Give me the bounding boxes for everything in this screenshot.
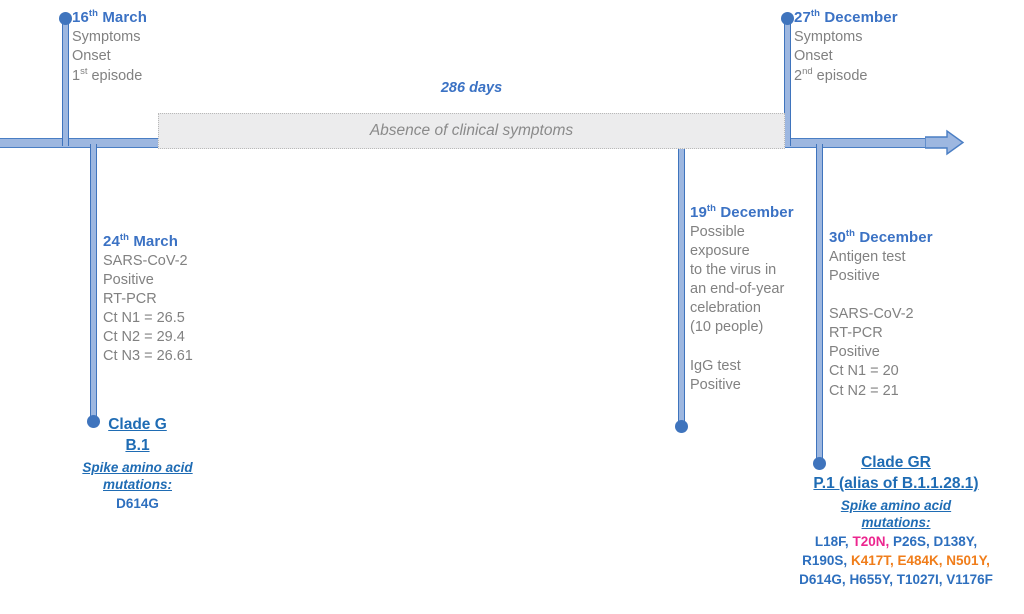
event-line: SARS-CoV-2 xyxy=(103,252,188,269)
event-line: SARS-CoV-2 xyxy=(829,306,914,323)
node-dot-symptoms-onset-2 xyxy=(781,12,794,25)
episode-number: 2 xyxy=(794,67,803,84)
event-line: exposure xyxy=(690,242,750,259)
clade-panel-second: Clade GR P.1 (alias of B.1.1.28.1) Spike… xyxy=(768,452,1024,589)
node-dot-exposure xyxy=(675,420,688,433)
mutation-entry: P26S, xyxy=(892,533,930,549)
connector-symptoms-onset-1 xyxy=(62,18,69,146)
absence-of-symptoms-label: Absence of clinical symptoms xyxy=(369,122,574,139)
mutation-entry: T1027I, xyxy=(896,572,943,588)
event-line: to the virus in xyxy=(690,262,777,279)
event-line: Positive xyxy=(829,267,880,284)
connector-first-pcr xyxy=(90,144,97,422)
duration-label: 286 days xyxy=(440,80,503,96)
mutation-entry: T20N, xyxy=(852,533,890,549)
event-line: Onset xyxy=(72,47,111,64)
event-line: Ct N1 = 20 xyxy=(829,363,899,380)
episode-number: 1 xyxy=(72,67,81,84)
event-line: Antigen test xyxy=(829,248,906,265)
connector-symptoms-onset-2 xyxy=(784,18,791,146)
clade-name: Clade G xyxy=(108,416,167,433)
event-line: Ct N2 = 21 xyxy=(829,382,899,399)
mutations-header-line-1: Spike amino acid xyxy=(840,497,952,513)
event-line: Ct N3 = 26.61 xyxy=(103,348,193,365)
node-dot-symptoms-onset-1 xyxy=(59,12,72,25)
mutation-entry: N501Y, xyxy=(946,553,990,568)
date-number: 16 xyxy=(72,9,89,26)
episode-suffix: nd xyxy=(802,66,813,78)
event-line: Ct N1 = 26.5 xyxy=(103,310,185,327)
event-date-symptoms-onset-2: 27th December xyxy=(794,8,898,28)
mutation-entry: D614G, xyxy=(799,572,846,588)
mutation-entry: R190S, xyxy=(802,553,848,568)
event-line: Onset xyxy=(794,47,833,64)
mutation-entry: E484K, xyxy=(897,553,943,568)
event-line: celebration xyxy=(690,300,761,317)
event-line: an end-of-year xyxy=(690,281,785,298)
event-line-spacer xyxy=(829,286,933,305)
date-number: 19 xyxy=(690,204,707,221)
date-month: March xyxy=(129,233,179,250)
event-date-second-pcr: 30th December xyxy=(829,228,933,248)
event-line: (10 people) xyxy=(690,319,764,336)
mutation-entry: H655Y, xyxy=(849,572,893,588)
event-symptoms-onset-1: 16th March Symptoms Onset 1st episode xyxy=(72,8,147,86)
event-first-pcr: 24th March SARS-CoV-2 Positive RT-PCR Ct… xyxy=(103,232,193,367)
event-line-episode: 1st episode xyxy=(72,66,147,86)
clade-name: Clade GR xyxy=(861,454,931,471)
date-month: December xyxy=(716,204,794,221)
event-exposure: 19th December Possible exposure to the v… xyxy=(690,203,794,395)
mutations-header-line-2: mutations: xyxy=(103,477,172,493)
date-number: 27 xyxy=(794,9,811,26)
event-date-exposure: 19th December xyxy=(690,203,794,223)
event-line: Possible xyxy=(690,223,745,240)
event-line-spacer xyxy=(690,338,794,357)
event-symptoms-onset-2: 27th December Symptoms Onset 2nd episode xyxy=(794,8,898,86)
timeline-diagram: 286 days Absence of clinical symptoms 16… xyxy=(0,0,1024,614)
mutation-entry: V1176F xyxy=(946,572,993,588)
event-line: RT-PCR xyxy=(829,325,883,342)
absence-of-symptoms-box: Absence of clinical symptoms xyxy=(158,113,785,149)
event-line: IgG test xyxy=(690,357,741,374)
mutations-header-line-2: mutations: xyxy=(861,515,931,531)
clade-lineage: B.1 xyxy=(125,437,150,455)
date-month: December xyxy=(820,9,898,26)
mutation-entry: D138Y, xyxy=(933,533,978,549)
event-line-episode: 2nd episode xyxy=(794,66,898,86)
mutation-entry: L18F, xyxy=(814,533,849,549)
event-line: Symptoms xyxy=(794,28,863,45)
date-suffix: th xyxy=(88,8,99,19)
event-line: RT-PCR xyxy=(103,291,157,308)
event-line: Positive xyxy=(103,271,154,288)
date-month: March xyxy=(98,9,148,26)
date-number: 30 xyxy=(829,229,846,246)
mutation-row: D614G, H655Y, T1027I, V1176F xyxy=(768,570,1024,589)
event-line: Ct N2 = 29.4 xyxy=(103,329,185,346)
event-date-symptoms-onset-1: 16th March xyxy=(72,8,147,28)
connector-second-pcr xyxy=(816,144,823,464)
connector-exposure xyxy=(678,144,685,427)
event-line: Positive xyxy=(829,344,880,361)
mutation-row: R190S, K417T, E484K, N501Y, xyxy=(768,551,1024,570)
clade-lineage: P.1 (alias of B.1.1.28.1) xyxy=(813,475,979,493)
date-suffix: th xyxy=(119,232,130,243)
date-suffix: th xyxy=(706,203,717,214)
mutation-entry: K417T, xyxy=(850,553,894,568)
episode-rest: episode xyxy=(87,67,143,84)
date-month: December xyxy=(855,229,933,246)
mutation-row: L18F, T20N, P26S, D138Y, xyxy=(768,532,1024,551)
event-line: Positive xyxy=(690,376,741,393)
mutation-entry: D614G xyxy=(116,495,159,511)
event-line: Symptoms xyxy=(72,28,141,45)
mutations-header-line-1: Spike amino acid xyxy=(82,459,193,475)
date-suffix: th xyxy=(845,228,856,239)
event-second-pcr: 30th December Antigen test Positive SARS… xyxy=(829,228,933,401)
event-date-first-pcr: 24th March xyxy=(103,232,193,252)
clade-panel-first: Clade G B.1 Spike amino acid mutations: … xyxy=(55,414,220,513)
date-number: 24 xyxy=(103,233,120,250)
episode-rest: episode xyxy=(812,67,868,84)
date-suffix: th xyxy=(810,8,821,19)
